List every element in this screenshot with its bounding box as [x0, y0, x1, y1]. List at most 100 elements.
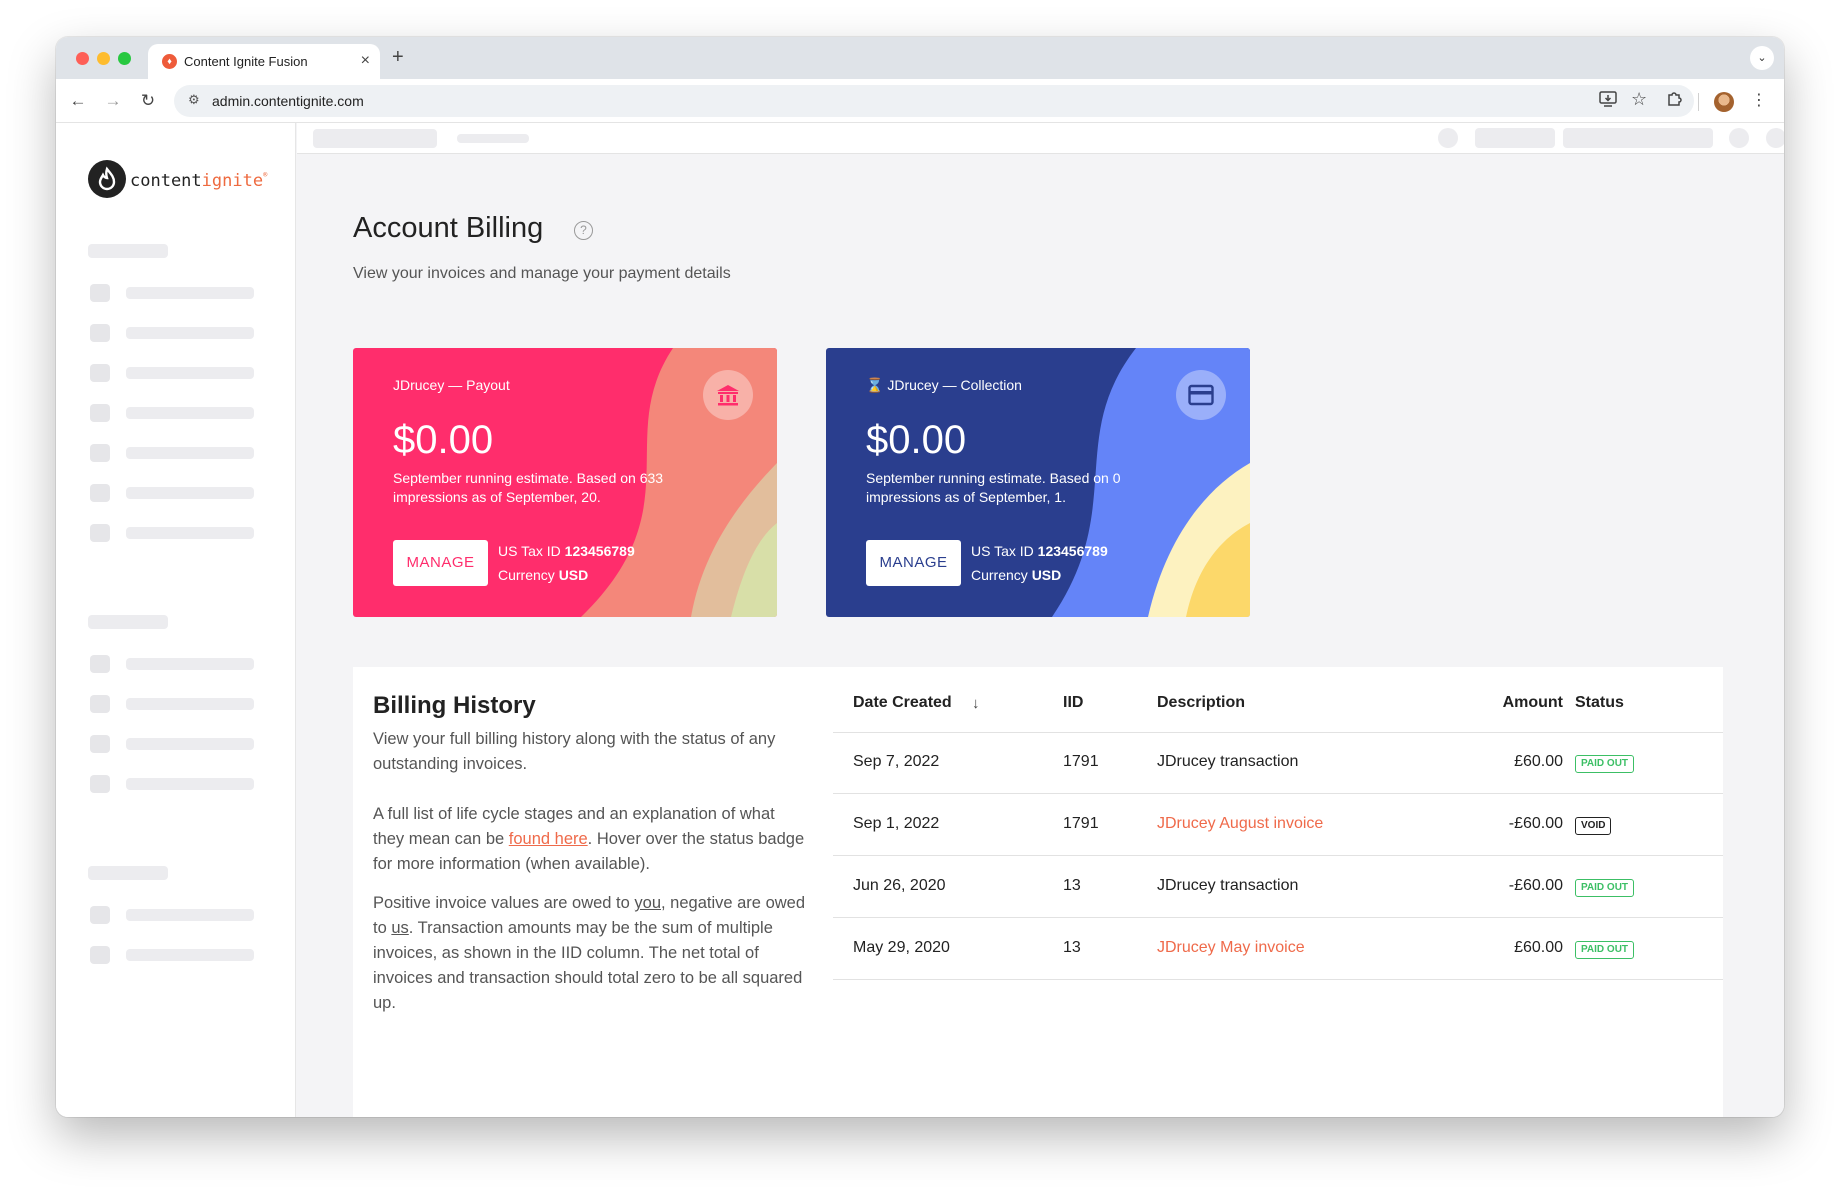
status-badge[interactable]: PAID OUT [1575, 941, 1635, 959]
url-text[interactable]: admin.contentignite.com [212, 93, 364, 109]
card-amount: $0.00 [393, 418, 494, 462]
bank-icon [703, 370, 753, 420]
sidebar-section-heading-placeholder [88, 615, 168, 629]
found-here-link[interactable]: found here [509, 830, 588, 848]
card-estimate: September running estimate. Based on 0 i… [866, 470, 1121, 505]
payout-card: JDrucey — Payout $0.00 September running… [353, 348, 777, 617]
bookmark-star-icon[interactable]: ☆ [1631, 89, 1647, 110]
top-icon-placeholder[interactable] [1766, 128, 1784, 148]
top-icon-placeholder[interactable] [1729, 128, 1749, 148]
flame-logo-icon [88, 160, 126, 198]
help-icon[interactable]: ? [574, 221, 593, 240]
sidebar-item-placeholder[interactable] [126, 327, 254, 339]
sidebar-item-placeholder[interactable] [126, 367, 254, 379]
logo-wordmark: contentignite® [130, 171, 268, 191]
install-app-icon[interactable] [1599, 91, 1617, 112]
sidebar-item-placeholder[interactable] [126, 698, 254, 710]
tab-title: Content Ignite Fusion [184, 54, 308, 69]
app-top-bar [297, 123, 1784, 154]
card-label: JDrucey — Payout [393, 377, 510, 393]
sidebar-item-placeholder[interactable] [126, 738, 254, 750]
status-badge[interactable]: PAID OUT [1575, 879, 1635, 897]
browser-tab[interactable]: ♦ Content Ignite Fusion × [148, 44, 380, 79]
billing-history-title: Billing History [373, 692, 536, 719]
sidebar-item-placeholder[interactable] [126, 447, 254, 459]
invoice-link[interactable]: JDrucey August invoice [1157, 815, 1323, 833]
sidebar-item-icon-placeholder [90, 484, 110, 502]
table-row[interactable]: Jun 26, 2020 13 JDrucey transaction -£60… [833, 857, 1723, 918]
cell-amount: £60.00 [1514, 753, 1563, 770]
sidebar-item-placeholder[interactable] [126, 487, 254, 499]
column-header-description: Description [1157, 694, 1246, 711]
sidebar-item-placeholder[interactable] [126, 778, 254, 790]
sidebar-item-icon-placeholder [90, 946, 110, 964]
arrow-down-icon[interactable]: ↓ [972, 695, 980, 712]
browser-window: ♦ Content Ignite Fusion × + ⌄ ← → ↻ ⚙ ad… [56, 37, 1784, 1117]
page-title: Account Billing [353, 212, 544, 244]
invoice-values-description: Positive invoice values are owed to you,… [373, 894, 806, 1012]
cell-date: Jun 26, 2020 [853, 877, 946, 894]
sidebar-item-placeholder[interactable] [126, 658, 254, 670]
minimize-window-button[interactable] [97, 52, 110, 65]
tax-id: US Tax ID 123456789 [498, 543, 635, 559]
sidebar-section-heading-placeholder [88, 866, 168, 880]
status-badge[interactable]: PAID OUT [1575, 755, 1635, 773]
cell-date: Sep 1, 2022 [853, 815, 940, 832]
sidebar-item-icon-placeholder [90, 364, 110, 382]
sidebar-section-heading-placeholder [88, 244, 168, 258]
maximize-window-button[interactable] [118, 52, 131, 65]
forward-arrow-icon[interactable]: → [101, 89, 125, 113]
profile-avatar[interactable] [1714, 92, 1734, 112]
top-icon-placeholder[interactable] [1438, 128, 1458, 148]
sidebar-item-icon-placeholder [90, 655, 110, 673]
browser-toolbar: ← → ↻ ⚙ admin.contentignite.com ☆ ⋮ [56, 79, 1784, 123]
extensions-puzzle-icon[interactable] [1666, 89, 1684, 115]
billing-history-description: View your full billing history along wit… [373, 730, 776, 773]
column-header-status: Status [1575, 694, 1624, 711]
sidebar-item-placeholder[interactable] [126, 527, 254, 539]
tab-search-chevron-icon[interactable]: ⌄ [1750, 46, 1774, 70]
cell-iid: 13 [1063, 877, 1081, 894]
top-button-placeholder[interactable] [1475, 128, 1555, 148]
card-amount: $0.00 [866, 418, 967, 462]
table-row[interactable]: May 29, 2020 13 JDrucey May invoice £60.… [833, 919, 1723, 980]
table-row[interactable]: Sep 7, 2022 1791 JDrucey transaction £60… [833, 733, 1723, 794]
browser-tab-bar: ♦ Content Ignite Fusion × + ⌄ [56, 37, 1784, 79]
more-menu-icon[interactable]: ⋮ [1751, 89, 1767, 113]
top-button-placeholder[interactable] [1563, 128, 1713, 148]
sidebar: contentignite® [56, 123, 296, 1117]
hourglass-icon: ⌛ [866, 377, 884, 393]
sidebar-item-placeholder[interactable] [126, 909, 254, 921]
toolbar-separator [1698, 93, 1699, 111]
sidebar-item-icon-placeholder [90, 404, 110, 422]
sidebar-item-placeholder[interactable] [126, 287, 254, 299]
sidebar-item-placeholder[interactable] [126, 949, 254, 961]
site-settings-icon[interactable]: ⚙ [188, 92, 200, 108]
collection-card: ⌛ JDrucey — Collection $0.00 September r… [826, 348, 1250, 617]
currency: Currency USD [498, 567, 589, 583]
cell-amount: £60.00 [1514, 939, 1563, 956]
new-tab-icon[interactable]: + [392, 45, 404, 69]
breadcrumb-placeholder [457, 134, 529, 143]
status-badge[interactable]: VOID [1575, 817, 1612, 835]
invoice-link[interactable]: JDrucey May invoice [1157, 939, 1305, 957]
sidebar-item-placeholder[interactable] [126, 407, 254, 419]
sidebar-item-icon-placeholder [90, 775, 110, 793]
column-header-date[interactable]: Date Created [853, 694, 952, 712]
cell-amount: -£60.00 [1508, 815, 1563, 832]
close-window-button[interactable] [76, 52, 89, 65]
table-row[interactable]: Sep 1, 2022 1791 JDrucey August invoice … [833, 795, 1723, 856]
close-tab-icon[interactable]: × [361, 51, 370, 71]
sidebar-item-icon-placeholder [90, 906, 110, 924]
address-bar[interactable]: ⚙ admin.contentignite.com ☆ [174, 85, 1694, 117]
card-estimate: September running estimate. Based on 633… [393, 470, 664, 505]
manage-collection-button[interactable]: MANAGE [866, 540, 961, 586]
sidebar-item-icon-placeholder [90, 524, 110, 542]
cell-description: JDrucey transaction [1157, 877, 1299, 894]
manage-payout-button[interactable]: MANAGE [393, 540, 488, 586]
reload-icon[interactable]: ↻ [136, 89, 160, 113]
favicon-icon: ♦ [162, 54, 177, 69]
sidebar-item-icon-placeholder [90, 324, 110, 342]
tax-id: US Tax ID 123456789 [971, 543, 1108, 559]
back-arrow-icon[interactable]: ← [66, 89, 90, 113]
